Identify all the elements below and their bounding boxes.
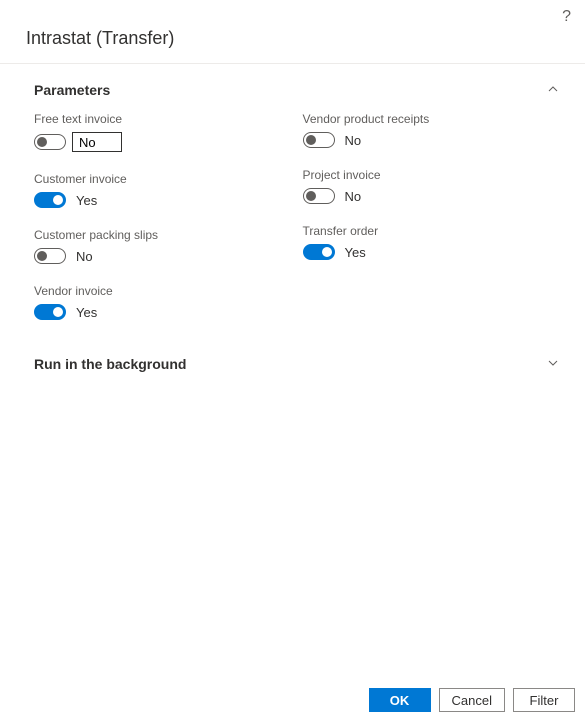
toggle-transfer-order[interactable] <box>303 244 335 260</box>
chevron-up-icon <box>547 83 559 98</box>
value-vendor-product-receipts: No <box>341 133 362 148</box>
parameters-body: Free text invoice Customer invoice Yes C… <box>0 108 585 334</box>
value-customer-invoice: Yes <box>72 193 97 208</box>
dialog-footer: OK Cancel Filter <box>0 684 585 714</box>
value-transfer-order: Yes <box>341 245 366 260</box>
section-title-background: Run in the background <box>34 356 186 372</box>
ok-button[interactable]: OK <box>369 688 431 712</box>
cancel-button[interactable]: Cancel <box>439 688 505 712</box>
field-transfer-order: Transfer order Yes <box>303 224 552 260</box>
help-icon[interactable]: ? <box>562 8 571 26</box>
field-customer-packing-slips: Customer packing slips No <box>34 228 283 264</box>
section-title-parameters: Parameters <box>34 82 110 98</box>
toggle-customer-packing-slips[interactable] <box>34 248 66 264</box>
label-project-invoice: Project invoice <box>303 168 552 182</box>
toggle-project-invoice[interactable] <box>303 188 335 204</box>
value-vendor-invoice: Yes <box>72 305 97 320</box>
section-header-parameters[interactable]: Parameters <box>0 64 585 108</box>
filter-button[interactable]: Filter <box>513 688 575 712</box>
label-transfer-order: Transfer order <box>303 224 552 238</box>
field-project-invoice: Project invoice No <box>303 168 552 204</box>
input-free-text-invoice[interactable] <box>72 132 122 152</box>
toggle-customer-invoice[interactable] <box>34 192 66 208</box>
toggle-free-text-invoice[interactable] <box>34 134 66 150</box>
toggle-vendor-product-receipts[interactable] <box>303 132 335 148</box>
field-free-text-invoice: Free text invoice <box>34 112 283 152</box>
toggle-vendor-invoice[interactable] <box>34 304 66 320</box>
field-vendor-invoice: Vendor invoice Yes <box>34 284 283 320</box>
label-free-text-invoice: Free text invoice <box>34 112 283 126</box>
dialog-title: Intrastat (Transfer) <box>0 0 585 63</box>
label-customer-invoice: Customer invoice <box>34 172 283 186</box>
section-header-background[interactable]: Run in the background <box>0 334 585 382</box>
label-customer-packing-slips: Customer packing slips <box>34 228 283 242</box>
value-customer-packing-slips: No <box>72 249 93 264</box>
field-vendor-product-receipts: Vendor product receipts No <box>303 112 552 148</box>
value-project-invoice: No <box>341 189 362 204</box>
label-vendor-invoice: Vendor invoice <box>34 284 283 298</box>
field-customer-invoice: Customer invoice Yes <box>34 172 283 208</box>
chevron-down-icon <box>547 357 559 372</box>
label-vendor-product-receipts: Vendor product receipts <box>303 112 552 126</box>
